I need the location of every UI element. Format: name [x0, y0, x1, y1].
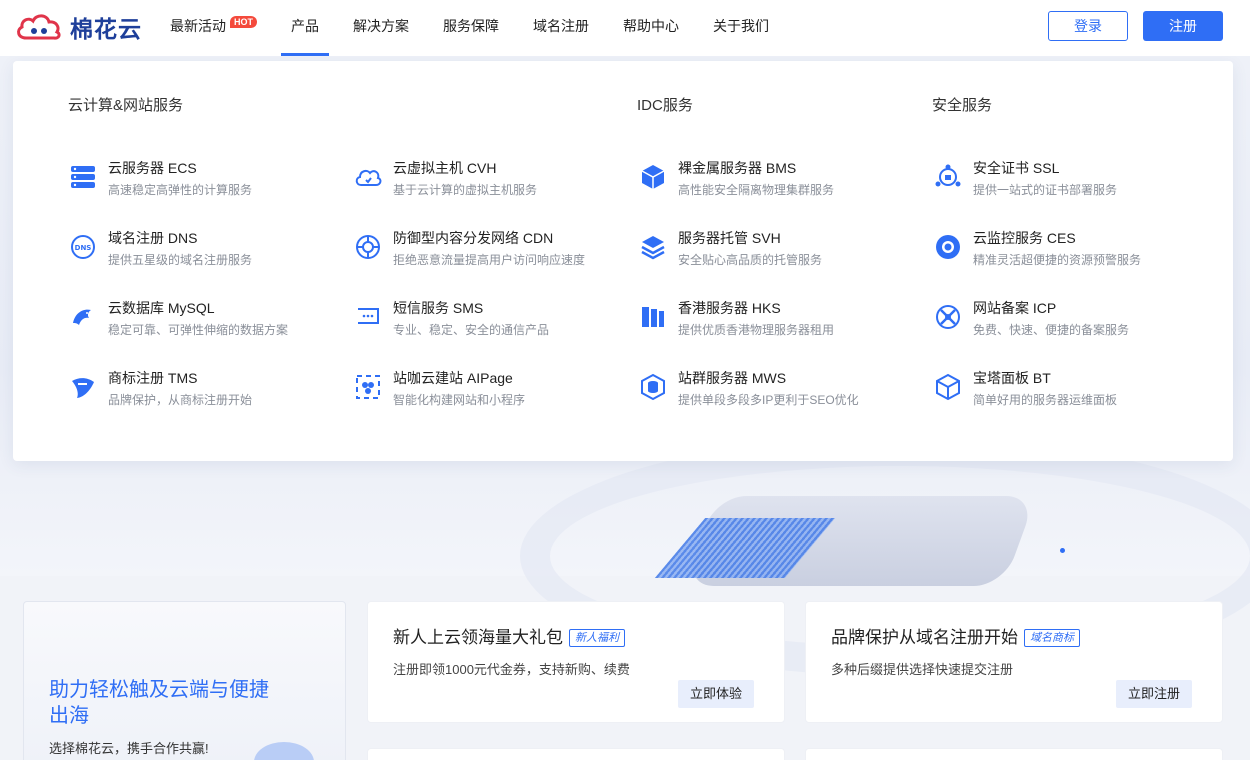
- promo-card-newcomer[interactable]: 新人上云领海量大礼包 新人福利 注册即领1000元代金券，支持新购、续费 立即体验: [367, 601, 785, 723]
- cloud-icon: [355, 169, 382, 186]
- svg-text:DNS: DNS: [75, 244, 92, 252]
- product-item-icp[interactable]: 网站备案 ICP 免费、快速、便捷的备案服务: [934, 299, 1214, 349]
- brand-name: 棉花云: [70, 16, 142, 42]
- site-builder-icon: [356, 375, 380, 399]
- try-now-button[interactable]: 立即体验: [677, 680, 754, 708]
- hk-server-icon: [642, 307, 664, 327]
- cdn-shield-icon: [356, 235, 380, 259]
- register-button[interactable]: 注册: [1143, 11, 1223, 41]
- cube-icon: [641, 165, 665, 189]
- hero-dot: [1060, 548, 1065, 553]
- product-item-hks[interactable]: 香港服务器 HKS 提供优质香港物理服务器租用: [639, 299, 919, 349]
- promo-card-partial: [805, 748, 1223, 760]
- dolphin-icon: [73, 309, 91, 325]
- product-item-ssl[interactable]: 安全证书 SSL 提供一站式的证书部署服务: [934, 159, 1214, 209]
- promo-intro-subtitle: 选择棉花云，携手合作共赢!: [49, 741, 209, 756]
- product-item-mws[interactable]: 站群服务器 MWS 提供单段多段多IP更利于SEO优化: [639, 369, 919, 419]
- top-navigation: 棉花云 最新活动 HOT 产品 解决方案 服务保障 域名注册 帮助中心 关于我们 …: [0, 0, 1250, 56]
- products-dropdown-panel: 云计算&网站服务 IDC服务 安全服务 云服务器 ECS 高速稳定高弹性的计算服…: [13, 61, 1233, 461]
- register-now-button[interactable]: 立即注册: [1115, 680, 1192, 708]
- product-item-ces[interactable]: 云监控服务 CES 精准灵活超便捷的资源预警服务: [934, 229, 1214, 279]
- product-item-cdn[interactable]: 防御型内容分发网络 CDN 拒绝恶意流量提高用户访问响应速度: [354, 229, 634, 279]
- promo-card-desc: 注册即领1000元代金券，支持新购、续费: [393, 662, 630, 677]
- promo-card-desc: 多种后缀提供选择快速提交注册: [831, 662, 1014, 677]
- product-item-ecs[interactable]: 云服务器 ECS 高速稳定高弹性的计算服务: [69, 159, 349, 209]
- nav-item-about-us[interactable]: 关于我们: [713, 0, 769, 56]
- promo-decoration: [254, 742, 314, 760]
- category-idc: IDC服务: [637, 97, 693, 114]
- product-item-dns[interactable]: DNS 域名注册 DNS 提供五星级的域名注册服务: [69, 229, 349, 279]
- product-item-tms[interactable]: 商标注册 TMS 品牌保护，从商标注册开始: [69, 369, 349, 419]
- layers-icon: [641, 236, 665, 260]
- icp-icon: [936, 305, 960, 329]
- hot-badge: HOT: [230, 16, 257, 28]
- nav-item-domain-registration[interactable]: 域名注册: [533, 0, 589, 56]
- sms-icon: [358, 308, 379, 324]
- certificate-icon: [935, 164, 961, 187]
- dns-globe-icon: DNS: [71, 235, 95, 259]
- promo-intro-card: 助力轻松触及云端与便捷出海 选择棉花云，携手合作共赢!: [23, 601, 346, 760]
- category-security: 安全服务: [932, 97, 993, 114]
- server-stack-icon: [71, 166, 95, 188]
- product-item-bt[interactable]: 宝塔面板 BT 简单好用的服务器运维面板: [934, 369, 1214, 419]
- product-item-sms[interactable]: 短信服务 SMS 专业、稳定、安全的通信产品: [354, 299, 634, 349]
- product-item-mysql[interactable]: 云数据库 MySQL 稳定可靠、可弹性伸缩的数据方案: [69, 299, 349, 349]
- main-menu: 最新活动 HOT 产品 解决方案 服务保障 域名注册 帮助中心 关于我们: [170, 0, 803, 56]
- trademark-icon: [72, 378, 94, 398]
- panel-box-icon: [936, 373, 960, 401]
- product-item-bms[interactable]: 裸金属服务器 BMS 高性能安全隔离物理集群服务: [639, 159, 919, 209]
- nav-item-latest-activity[interactable]: 最新活动 HOT: [170, 0, 257, 56]
- promo-card-title: 新人上云领海量大礼包: [393, 628, 563, 647]
- promo-intro-title: 助力轻松触及云端与便捷出海: [49, 679, 269, 727]
- product-item-cvh[interactable]: 云虚拟主机 CVH 基于云计算的虚拟主机服务: [354, 159, 634, 209]
- promo-card-title: 品牌保护从域名注册开始: [831, 628, 1018, 647]
- product-item-aipage[interactable]: 站咖云建站 AIPage 智能化构建网站和小程序: [354, 369, 634, 419]
- promo-card-partial: [367, 748, 785, 760]
- nav-item-products[interactable]: 产品: [281, 0, 329, 56]
- promo-card-domain[interactable]: 品牌保护从域名注册开始 域名商标 多种后缀提供选择快速提交注册 立即注册: [805, 601, 1223, 723]
- category-cloud-web: 云计算&网站服务: [68, 97, 184, 114]
- nav-item-service-guarantee[interactable]: 服务保障: [443, 0, 499, 56]
- login-button[interactable]: 登录: [1048, 11, 1128, 41]
- promo-card-tag: 域名商标: [1024, 629, 1080, 647]
- database-hex-icon: [641, 373, 665, 401]
- nav-item-help-center[interactable]: 帮助中心: [623, 0, 679, 56]
- promo-card-tag: 新人福利: [569, 629, 625, 647]
- monitor-eye-icon: [936, 235, 960, 259]
- product-item-svh[interactable]: 服务器托管 SVH 安全贴心高品质的托管服务: [639, 229, 919, 279]
- cloud-logo-icon: [17, 14, 61, 40]
- logo[interactable]: 棉花云: [14, 10, 142, 44]
- nav-item-solutions[interactable]: 解决方案: [353, 0, 409, 56]
